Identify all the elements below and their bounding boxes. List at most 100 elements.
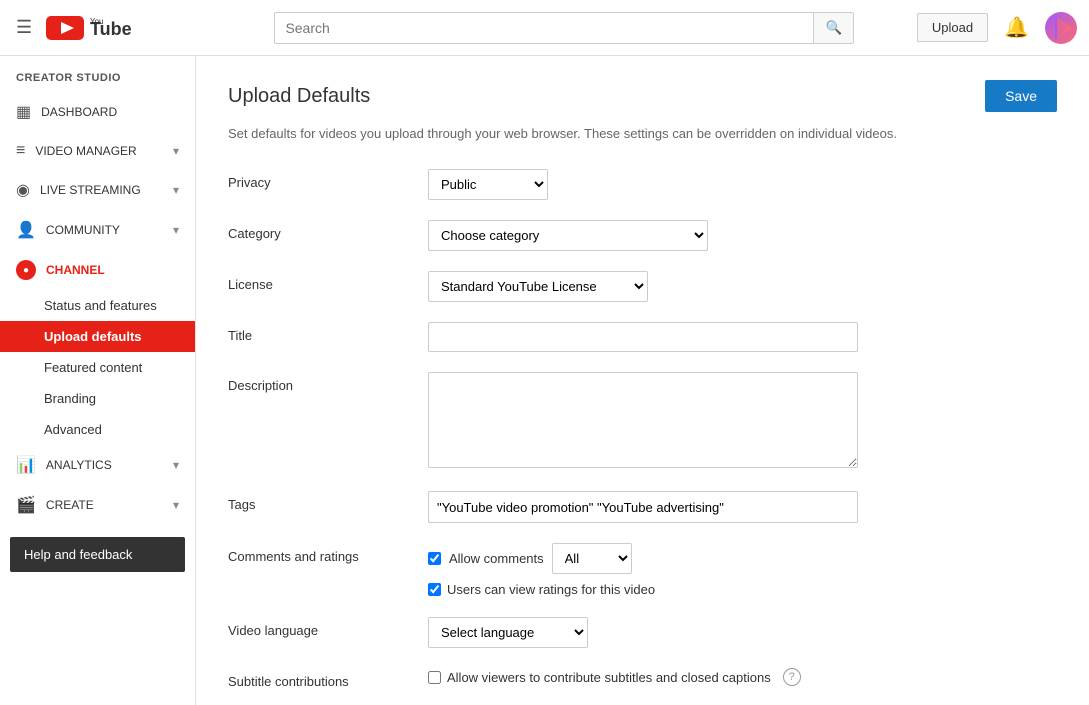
video-manager-icon: ≡ <box>16 142 25 160</box>
topnav: ☰ Tube You 🔍 Upload 🔔 <box>0 0 1089 56</box>
sidebar-item-video-manager[interactable]: ≡ VIDEO MANAGER ▾ <box>0 132 195 170</box>
channel-icon: ● <box>16 260 36 280</box>
privacy-row: Privacy Public Unlisted Private <box>228 169 1057 200</box>
save-button[interactable]: Save <box>985 80 1057 112</box>
search-icon: 🔍 <box>826 20 843 36</box>
comments-type-select[interactable]: All Approved None <box>552 543 632 574</box>
video-language-label: Video language <box>228 617 428 638</box>
bell-icon[interactable]: 🔔 <box>1004 15 1029 40</box>
description-label: Description <box>228 372 428 393</box>
search-area: 🔍 <box>212 12 917 44</box>
license-label: License <box>228 271 428 292</box>
community-icon: 👤 <box>16 220 36 240</box>
title-input[interactable] <box>428 322 858 352</box>
chevron-down-icon: ▾ <box>173 458 179 472</box>
sidebar-subitem-featured-content[interactable]: Featured content <box>0 352 195 383</box>
page-header: Upload Defaults Save <box>228 80 1057 112</box>
description-row: Description <box>228 372 1057 471</box>
help-icon[interactable]: ? <box>783 668 801 686</box>
comments-area: Allow comments All Approved None Users c… <box>428 543 1057 597</box>
chevron-down-icon: ▾ <box>173 223 179 237</box>
create-icon: 🎬 <box>16 495 36 515</box>
creator-studio-label: CREATOR STUDIO <box>0 56 195 92</box>
sidebar: CREATOR STUDIO ▦ DASHBOARD ≡ VIDEO MANAG… <box>0 56 196 705</box>
allow-comments-label: Allow comments <box>449 551 544 566</box>
category-select[interactable]: Choose category <box>428 220 708 251</box>
content-area: Upload Defaults Save Set defaults for vi… <box>196 56 1089 705</box>
help-feedback-button[interactable]: Help and feedback <box>10 537 185 572</box>
category-row: Category Choose category <box>228 220 1057 251</box>
sidebar-item-label: ANALYTICS <box>46 458 163 472</box>
title-field <box>428 322 1057 352</box>
comments-label: Comments and ratings <box>228 543 428 564</box>
channel-subitems: Status and features Upload defaults Feat… <box>0 290 195 445</box>
svg-text:You: You <box>90 17 104 26</box>
subtitle-checkbox[interactable] <box>428 671 441 684</box>
dashboard-icon: ▦ <box>16 102 31 122</box>
search-bar: 🔍 <box>274 12 854 44</box>
sidebar-item-label: CREATE <box>46 498 163 512</box>
sidebar-item-dashboard[interactable]: ▦ DASHBOARD <box>0 92 195 132</box>
video-language-field: Select language <box>428 617 1057 648</box>
chevron-down-icon: ▾ <box>173 498 179 512</box>
video-language-row: Video language Select language <box>228 617 1057 648</box>
topnav-left: ☰ Tube You <box>12 13 212 42</box>
chevron-down-icon: ▾ <box>173 144 179 158</box>
sidebar-item-label: CHANNEL <box>46 263 105 277</box>
comments-field: Allow comments All Approved None Users c… <box>428 543 1057 597</box>
upload-button[interactable]: Upload <box>917 13 988 42</box>
chevron-down-icon: ▾ <box>173 183 179 197</box>
tags-input[interactable] <box>428 491 858 523</box>
subtitle-checkbox-label: Allow viewers to contribute subtitles an… <box>447 670 771 685</box>
search-input[interactable] <box>275 13 813 43</box>
sidebar-item-community[interactable]: 👤 COMMUNITY ▾ <box>0 210 195 250</box>
license-row: License Standard YouTube License Creativ… <box>228 271 1057 302</box>
sidebar-item-label: COMMUNITY <box>46 223 163 237</box>
avatar[interactable] <box>1045 12 1077 44</box>
sidebar-item-label: LIVE STREAMING <box>40 183 163 197</box>
ratings-row: Users can view ratings for this video <box>428 582 1057 597</box>
ratings-checkbox[interactable] <box>428 583 441 596</box>
privacy-label: Privacy <box>228 169 428 190</box>
youtube-logo: Tube You <box>46 14 136 42</box>
subtitle-row: Subtitle contributions Allow viewers to … <box>228 668 1057 689</box>
subtitle-checkbox-row: Allow viewers to contribute subtitles an… <box>428 668 1057 686</box>
subtitle-label: Subtitle contributions <box>228 668 428 689</box>
sidebar-subitem-advanced[interactable]: Advanced <box>0 414 195 445</box>
page-description: Set defaults for videos you upload throu… <box>228 126 1057 141</box>
hamburger-icon[interactable]: ☰ <box>12 13 36 42</box>
tags-field <box>428 491 1057 523</box>
sidebar-item-create[interactable]: 🎬 CREATE ▾ <box>0 485 195 525</box>
sidebar-item-label: VIDEO MANAGER <box>35 144 163 158</box>
license-select[interactable]: Standard YouTube License Creative Common… <box>428 271 648 302</box>
sidebar-subitem-status-features[interactable]: Status and features <box>0 290 195 321</box>
tags-label: Tags <box>228 491 428 512</box>
search-button[interactable]: 🔍 <box>813 13 853 43</box>
category-label: Category <box>228 220 428 241</box>
title-label: Title <box>228 322 428 343</box>
category-field: Choose category <box>428 220 1057 251</box>
topnav-right: Upload 🔔 <box>917 12 1077 44</box>
live-streaming-icon: ◉ <box>16 180 30 200</box>
sidebar-item-live-streaming[interactable]: ◉ LIVE STREAMING ▾ <box>0 170 195 210</box>
license-field: Standard YouTube License Creative Common… <box>428 271 1057 302</box>
sidebar-subitem-branding[interactable]: Branding <box>0 383 195 414</box>
title-row: Title <box>228 322 1057 352</box>
allow-comments-row: Allow comments All Approved None <box>428 543 1057 574</box>
allow-comments-checkbox[interactable] <box>428 552 441 565</box>
ratings-label: Users can view ratings for this video <box>447 582 655 597</box>
tags-row: Tags <box>228 491 1057 523</box>
subtitle-field: Allow viewers to contribute subtitles an… <box>428 668 1057 686</box>
main-layout: CREATOR STUDIO ▦ DASHBOARD ≡ VIDEO MANAG… <box>0 56 1089 705</box>
privacy-select[interactable]: Public Unlisted Private <box>428 169 548 200</box>
privacy-field: Public Unlisted Private <box>428 169 1057 200</box>
sidebar-item-analytics[interactable]: 📊 ANALYTICS ▾ <box>0 445 195 485</box>
sidebar-item-channel[interactable]: ● CHANNEL <box>0 250 195 290</box>
analytics-icon: 📊 <box>16 455 36 475</box>
sidebar-subitem-upload-defaults[interactable]: Upload defaults <box>0 321 195 352</box>
sidebar-item-label: DASHBOARD <box>41 105 179 119</box>
page-title: Upload Defaults <box>228 85 370 108</box>
language-select[interactable]: Select language <box>428 617 588 648</box>
comments-row: Comments and ratings Allow comments All … <box>228 543 1057 597</box>
description-textarea[interactable] <box>428 372 858 468</box>
